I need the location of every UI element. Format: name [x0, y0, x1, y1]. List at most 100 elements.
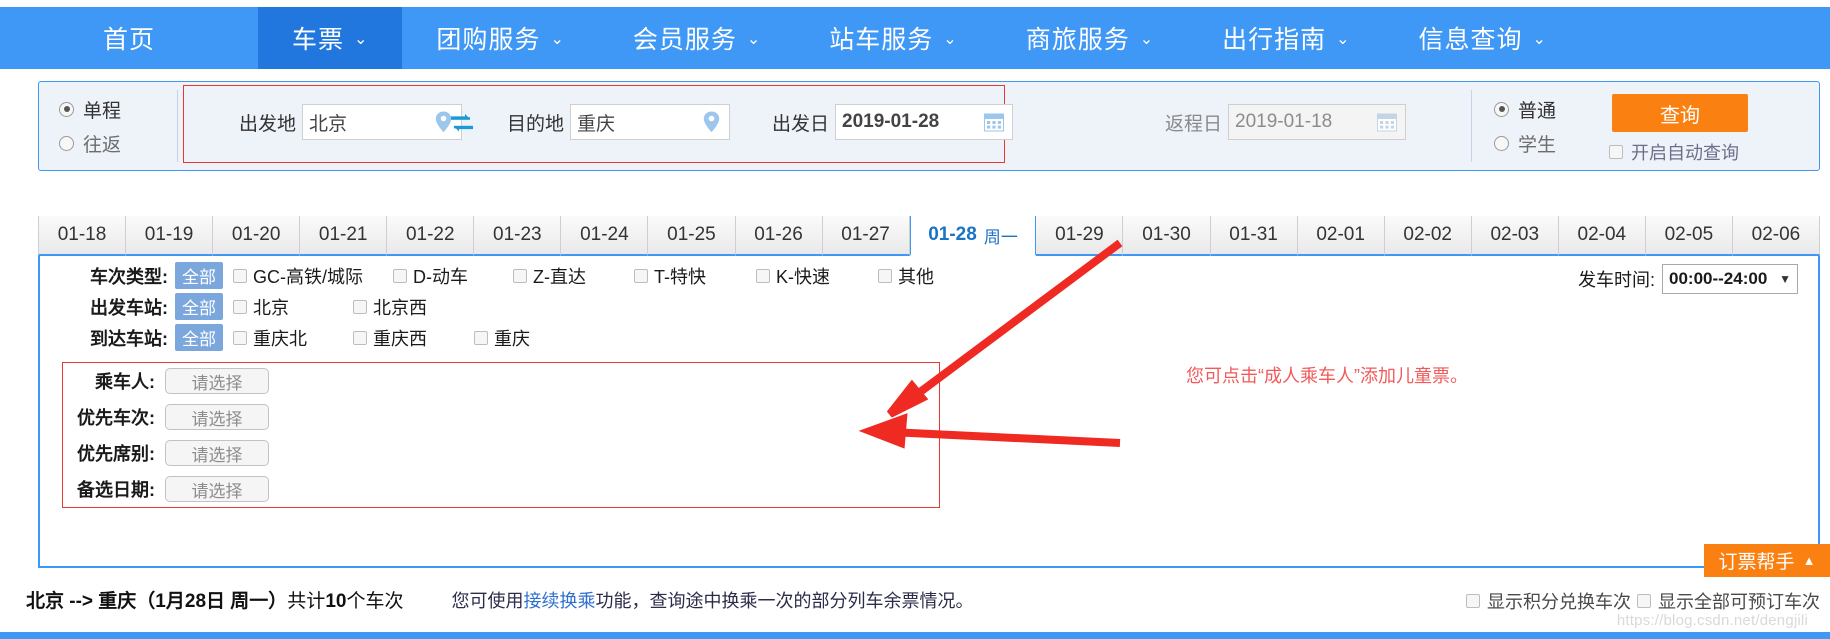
checkbox-icon[interactable] — [513, 268, 527, 283]
filter-train-type-k[interactable]: K-快速 — [756, 263, 878, 289]
nav-item-4[interactable]: 站车服务 ⌄ — [795, 7, 991, 69]
checkbox-icon[interactable] — [233, 330, 247, 345]
priority-train-label: 优先车次: — [77, 408, 155, 428]
divider-right — [1471, 90, 1472, 162]
checkbox-icon[interactable] — [353, 299, 367, 314]
filter-train-type-d[interactable]: D-动车 — [393, 263, 513, 289]
trip-type-roundtrip-label: 往返 — [83, 134, 122, 156]
checkbox-icon[interactable] — [1466, 594, 1480, 608]
depart-date-input[interactable]: 2019-01-28 — [835, 104, 1014, 140]
query-button[interactable]: 查询 — [1612, 94, 1748, 132]
checkbox-icon[interactable] — [233, 299, 247, 314]
date-tab-01-27[interactable]: 01-27 — [822, 216, 910, 256]
checkbox-icon[interactable] — [1637, 594, 1651, 608]
date-tab-01-21[interactable]: 01-21 — [300, 216, 388, 256]
checkbox-icon[interactable] — [353, 330, 367, 345]
filter-train-type-gc[interactable]: GC-高铁/城际 — [233, 263, 393, 289]
calendar-icon[interactable] — [984, 112, 1005, 132]
date-tab-01-19[interactable]: 01-19 — [126, 216, 214, 256]
depart-station-all-pill[interactable]: 全部 — [175, 293, 223, 320]
calendar-icon[interactable] — [1377, 112, 1398, 132]
date-tab-01-22[interactable]: 01-22 — [387, 216, 475, 256]
date-tab-label: 02-05 — [1664, 224, 1714, 245]
train-type-all-pill[interactable]: 全部 — [175, 262, 223, 289]
date-tab-02-06[interactable]: 02-06 — [1732, 216, 1820, 256]
to-input[interactable]: 重庆 — [570, 104, 731, 140]
booking-helper-tab[interactable]: 订票帮手 ▲ — [1704, 544, 1830, 577]
date-tab-label: 01-26 — [754, 224, 803, 245]
date-tab-02-05[interactable]: 02-05 — [1645, 216, 1733, 256]
filter-arrive-chongqing[interactable]: 重庆 — [474, 325, 530, 351]
date-tab-01-31[interactable]: 01-31 — [1210, 216, 1298, 256]
filter-row-train-type: 车次类型: 全部 GC-高铁/城际 D-动车 Z-直达 T-特快 K-快速 其他 — [40, 260, 1818, 291]
passenger-select-button[interactable]: 请选择 — [165, 368, 269, 394]
nav-item-0[interactable]: 首页 — [0, 7, 258, 69]
nav-item-label: 团购服务 — [436, 26, 541, 54]
date-tab-01-18[interactable]: 01-18 — [38, 216, 127, 256]
ticket-type-student[interactable]: 学生 — [1494, 126, 1604, 160]
radio-normal-icon[interactable] — [1494, 101, 1509, 117]
filter-train-type-other[interactable]: 其他 — [878, 263, 934, 289]
depart-time-select[interactable]: 00:00--24:00 ▼ — [1662, 264, 1798, 294]
priority-seat-select-button[interactable]: 请选择 — [165, 440, 269, 466]
date-tab-02-01[interactable]: 02-01 — [1297, 216, 1385, 256]
checkbox-icon[interactable] — [474, 330, 488, 345]
filter-arrive-chongqingxi[interactable]: 重庆西 — [353, 325, 474, 351]
chevron-down-icon: ⌄ — [746, 31, 762, 48]
date-tab-01-30[interactable]: 01-30 — [1123, 216, 1211, 256]
date-tab-01-26[interactable]: 01-26 — [735, 216, 823, 256]
nav-item-2[interactable]: 团购服务 ⌄ — [402, 7, 598, 69]
date-tab-02-02[interactable]: 02-02 — [1384, 216, 1472, 256]
nav-item-7[interactable]: 信息查询 ⌄ — [1385, 7, 1581, 69]
filter-label: GC-高铁/城际 — [253, 266, 363, 287]
return-date-input[interactable]: 2019-01-18 — [1228, 104, 1407, 140]
radio-student-icon[interactable] — [1494, 135, 1509, 151]
alt-date-row: 备选日期: 请选择 — [63, 471, 939, 507]
auto-query-checkbox[interactable]: 开启自动查询 — [1609, 139, 1739, 165]
date-tab-01-29[interactable]: 01-29 — [1036, 216, 1124, 256]
date-tab-01-23[interactable]: 01-23 — [474, 216, 562, 256]
show-points-trains-checkbox[interactable]: 显示积分兑换车次 — [1466, 588, 1631, 614]
filter-train-type-t[interactable]: T-特快 — [634, 263, 756, 289]
date-tab-01-28[interactable]: 01-28 周一 — [909, 216, 1037, 256]
filter-train-type-z[interactable]: Z-直达 — [513, 263, 634, 289]
filter-depart-beijing[interactable]: 北京 — [233, 294, 353, 320]
filter-depart-beijingxi[interactable]: 北京西 — [353, 294, 427, 320]
transfer-link[interactable]: 接续换乘 — [523, 591, 595, 611]
filter-arrive-chongqingbei[interactable]: 重庆北 — [233, 325, 353, 351]
ticket-type-normal[interactable]: 普通 — [1494, 92, 1604, 126]
show-all-bookable-checkbox[interactable]: 显示全部可预订车次 — [1637, 588, 1820, 614]
nav-item-6[interactable]: 出行指南 ⌄ — [1188, 7, 1384, 69]
count-suffix: 个车次 — [346, 591, 404, 612]
swap-arrows-icon[interactable] — [449, 114, 475, 132]
nav-item-1[interactable]: 车票 ⌄ — [258, 7, 403, 69]
trip-type-oneway[interactable]: 单程 — [59, 92, 177, 126]
priority-train-select-button[interactable]: 请选择 — [165, 404, 269, 430]
date-tab-label: 01-27 — [841, 224, 890, 245]
checkbox-icon[interactable] — [634, 268, 648, 283]
date-tab-01-24[interactable]: 01-24 — [561, 216, 649, 256]
checkbox-icon[interactable] — [393, 268, 407, 283]
checkbox-icon[interactable] — [756, 268, 770, 283]
auto-query-checkbox-icon[interactable] — [1609, 145, 1623, 159]
date-tab-01-25[interactable]: 01-25 — [648, 216, 736, 256]
date-tab-label: 02-04 — [1577, 224, 1627, 245]
nav-item-5[interactable]: 商旅服务 ⌄ — [992, 7, 1188, 69]
chevron-down-icon: ⌄ — [1139, 31, 1155, 48]
nav-item-3[interactable]: 会员服务 ⌄ — [599, 7, 795, 69]
from-input[interactable]: 北京 — [302, 104, 463, 140]
checkbox-icon[interactable] — [233, 268, 247, 283]
booking-helper-label: 订票帮手 — [1718, 552, 1795, 573]
date-tab-02-04[interactable]: 02-04 — [1558, 216, 1646, 256]
main-navbar: 首页 车票 ⌄ 团购服务 ⌄ 会员服务 ⌄ 站车服务 ⌄ 商旅服务 ⌄ 出行指南 ⌄ 信息查询 ⌄ — [0, 7, 1830, 69]
arrive-station-label: 到达车站: — [90, 328, 168, 349]
show-all-bookable-label: 显示全部可预订车次 — [1658, 592, 1820, 612]
trip-type-roundtrip[interactable]: 往返 — [59, 126, 177, 160]
radio-roundtrip-icon[interactable] — [59, 135, 74, 151]
alt-date-select-button[interactable]: 请选择 — [165, 476, 269, 502]
date-tab-01-20[interactable]: 01-20 — [213, 216, 301, 256]
radio-oneway-icon[interactable] — [59, 101, 74, 117]
arrive-station-all-pill[interactable]: 全部 — [175, 324, 223, 351]
date-tab-02-03[interactable]: 02-03 — [1471, 216, 1559, 256]
checkbox-icon[interactable] — [878, 268, 892, 283]
